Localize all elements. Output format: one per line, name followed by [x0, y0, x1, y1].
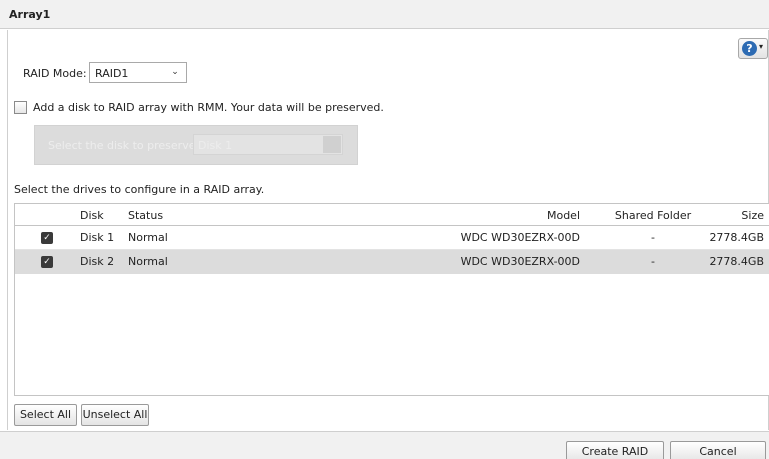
size-cell: 2778.4GB — [709, 231, 764, 244]
disk-cell: Disk 1 — [80, 231, 115, 244]
dropdown-arrow-icon: ⌄ — [171, 67, 179, 77]
table-row[interactable]: ✓ Disk 2 Normal WDC WD30EZRX-00D - 2778.… — [15, 250, 769, 274]
model-cell: WDC WD30EZRX-00D — [460, 255, 580, 268]
chevron-down-icon: ▾ — [759, 42, 764, 51]
column-header-status[interactable]: Status — [128, 209, 163, 222]
select-all-button[interactable]: Select All — [14, 404, 77, 426]
raid-mode-label: RAID Mode: — [23, 67, 87, 80]
title-bar: Array1 — [0, 0, 769, 29]
drives-table: Disk Status Model Shared Folder Size ✓ D… — [14, 203, 769, 396]
shared-folder-cell: - — [651, 231, 655, 244]
drives-instruction: Select the drives to configure in a RAID… — [14, 183, 265, 196]
rmm-label: Add a disk to RAID array with RMM. Your … — [33, 101, 384, 114]
help-icon: ? — [742, 41, 757, 56]
disk-cell: Disk 2 — [80, 255, 115, 268]
raid-mode-value: RAID1 — [95, 67, 129, 80]
column-header-size[interactable]: Size — [741, 209, 764, 222]
preserve-disk-select: Disk 1 — [193, 134, 343, 155]
cancel-button[interactable]: Cancel — [670, 441, 766, 459]
dropdown-arrow-icon — [323, 136, 341, 153]
size-cell: 2778.4GB — [709, 255, 764, 268]
rmm-checkbox[interactable] — [14, 101, 27, 114]
column-header-shared-folder[interactable]: Shared Folder — [608, 209, 698, 222]
shared-folder-cell: - — [651, 255, 655, 268]
raid-mode-select[interactable]: RAID1 ⌄ — [89, 62, 187, 83]
window-title: Array1 — [9, 8, 51, 21]
model-cell: WDC WD30EZRX-00D — [460, 231, 580, 244]
preserve-disk-panel: Select the disk to preserve: Disk 1 — [34, 125, 358, 165]
preserve-disk-value: Disk 1 — [198, 139, 233, 152]
column-header-model[interactable]: Model — [547, 209, 580, 222]
preserve-disk-label: Select the disk to preserve: — [48, 139, 200, 152]
table-row[interactable]: ✓ Disk 1 Normal WDC WD30EZRX-00D - 2778.… — [15, 226, 769, 250]
help-button[interactable]: ? ▾ — [738, 38, 768, 59]
create-raid-array-button[interactable]: Create RAID Array — [566, 441, 664, 459]
column-header-disk[interactable]: Disk — [80, 209, 104, 222]
row-checkbox[interactable]: ✓ — [41, 256, 53, 268]
row-checkbox[interactable]: ✓ — [41, 232, 53, 244]
table-header: Disk Status Model Shared Folder Size — [15, 204, 769, 226]
unselect-all-button[interactable]: Unselect All — [81, 404, 149, 426]
status-cell: Normal — [128, 255, 168, 268]
status-cell: Normal — [128, 231, 168, 244]
